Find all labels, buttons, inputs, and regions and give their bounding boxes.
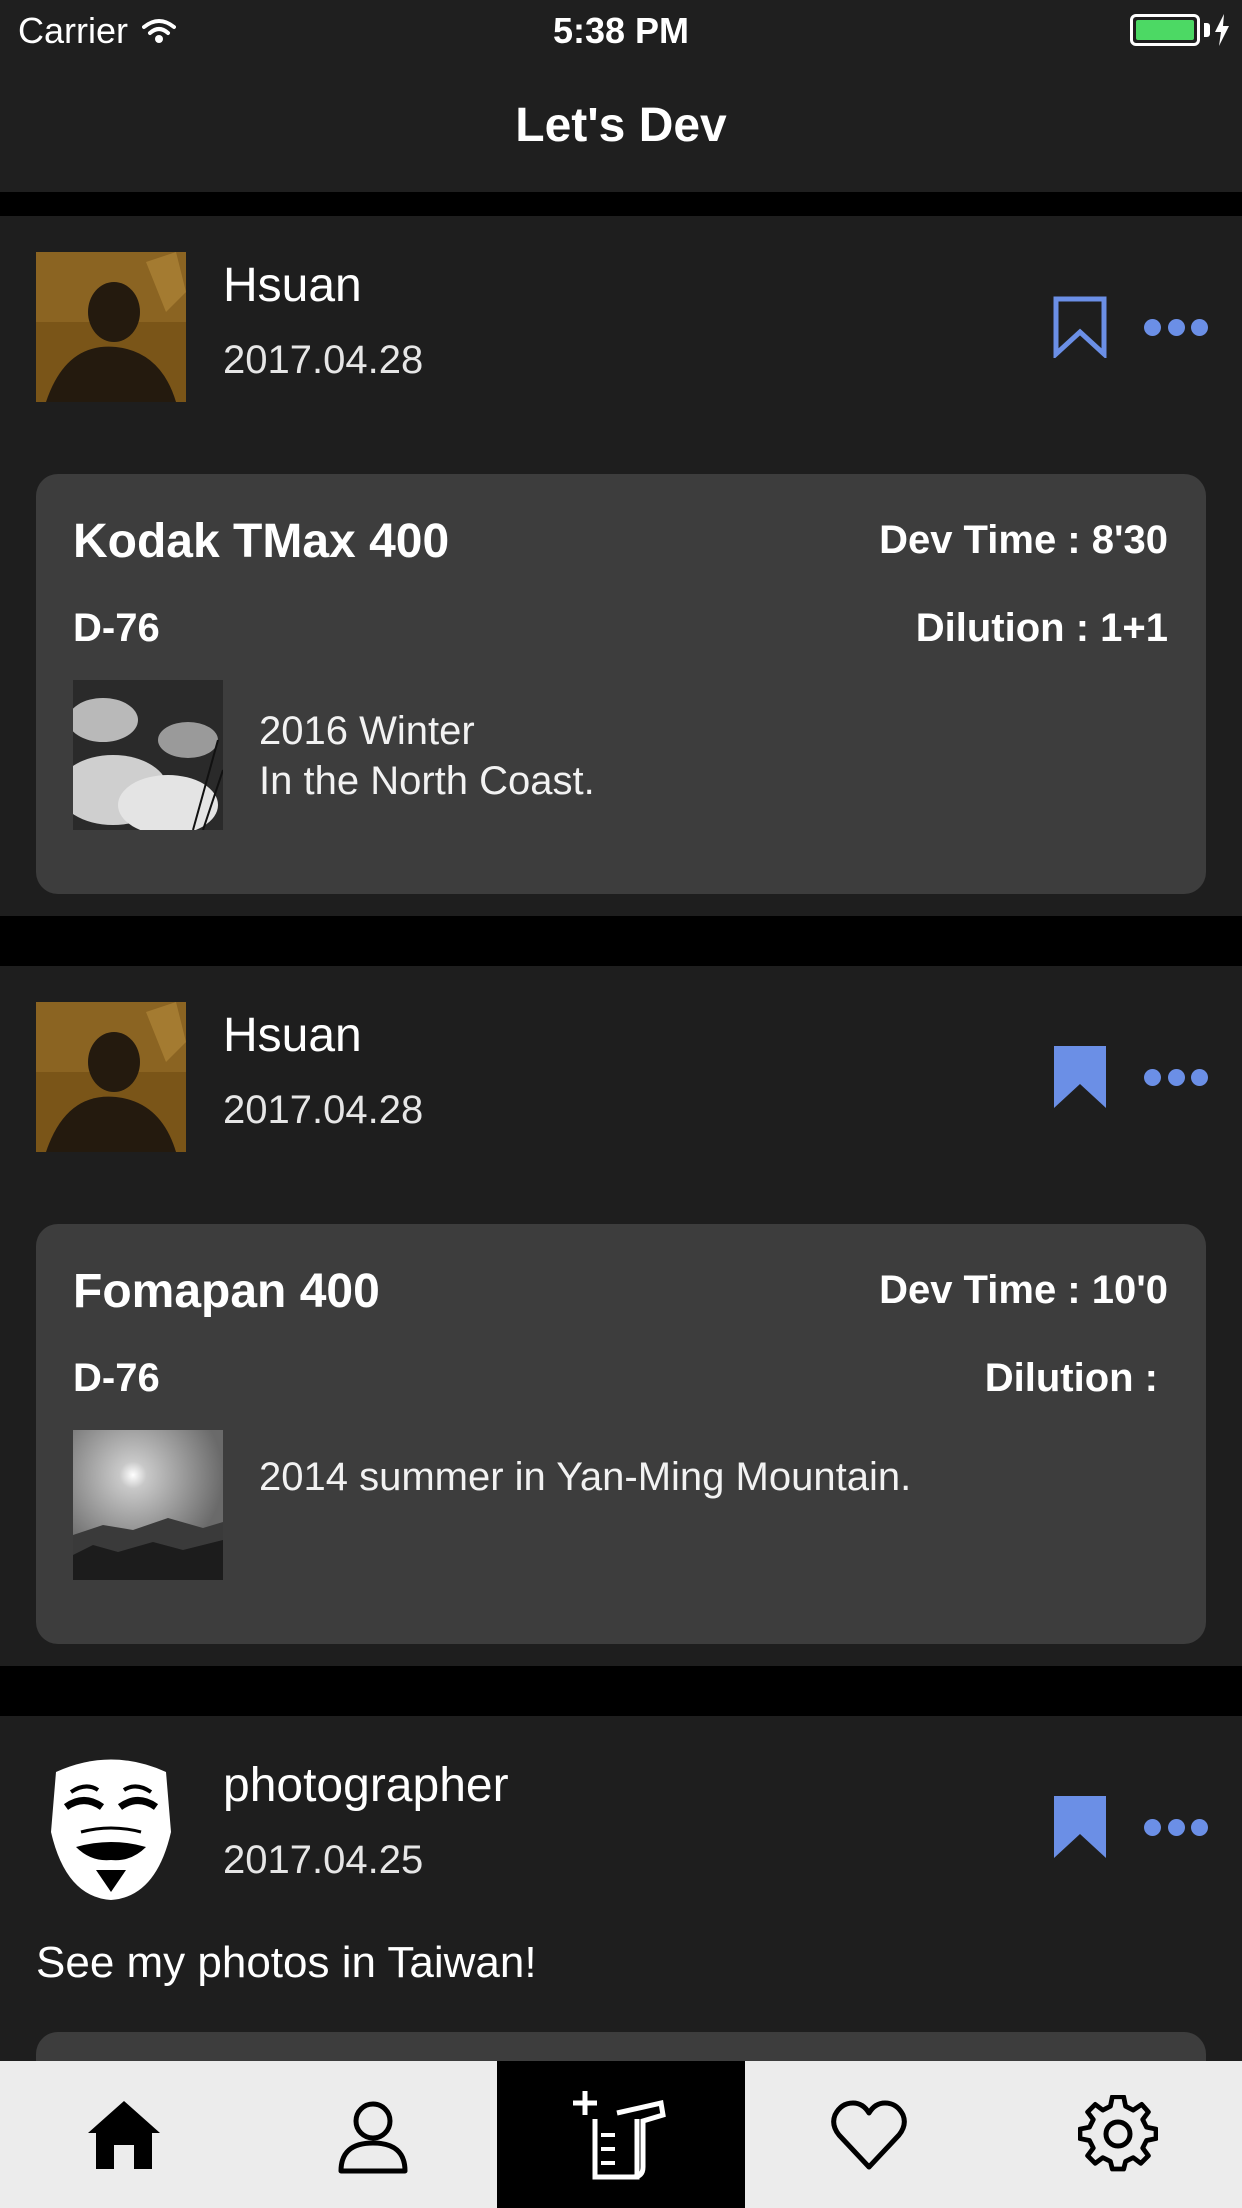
dev-time: Dev Time : 10'0	[879, 1268, 1168, 1312]
film-name: Fomapan 400	[73, 1265, 380, 1318]
username[interactable]: photographer	[223, 1758, 509, 1813]
record-caption: 2016 Winter In the North Coast.	[259, 706, 595, 806]
post-date: 2017.04.28	[223, 338, 424, 382]
avatar-photo	[36, 252, 186, 402]
settings-icon	[1077, 2094, 1158, 2171]
tab-bar	[0, 2061, 1242, 2208]
developer-name: D-76	[73, 606, 160, 650]
dev-time: Dev Time : 8'30	[879, 518, 1168, 562]
tab-profile[interactable]	[248, 2061, 496, 2208]
tab-settings[interactable]	[994, 2061, 1242, 2208]
status-bar: Carrier 5:38 PM	[0, 0, 1242, 62]
post-date: 2017.04.25	[223, 1838, 424, 1882]
avatar[interactable]	[36, 252, 186, 402]
avatar[interactable]	[36, 1002, 186, 1152]
caption-line: In the North Coast.	[259, 759, 595, 803]
heart-icon	[831, 2100, 908, 2169]
username[interactable]: Hsuan	[223, 1008, 362, 1063]
post-date: 2017.04.28	[223, 1088, 424, 1132]
tab-favorites[interactable]	[745, 2061, 993, 2208]
caption-line: 2014 summer in Yan-Ming Mountain.	[259, 1455, 912, 1499]
dev-record-card[interactable]: Kodak TMax 400 Dev Time : 8'30 D-76 Dilu…	[36, 474, 1206, 894]
avatar-photo	[36, 1002, 186, 1152]
avatar[interactable]	[36, 1752, 186, 1902]
developer-name: D-76	[73, 1356, 160, 1400]
more-options-button[interactable]	[1144, 1817, 1208, 1837]
caption-line: 2016 Winter	[259, 709, 475, 753]
battery-icon	[1130, 14, 1200, 46]
tab-add-record[interactable]	[496, 2061, 746, 2208]
feed-post[interactable]: Hsuan 2017.04.28 Fomapan 400 Dev Time : …	[0, 966, 1242, 1666]
bookmark-filled-icon[interactable]	[1052, 1796, 1108, 1858]
mask-avatar-icon	[36, 1752, 186, 1902]
bookmark-filled-icon[interactable]	[1052, 1046, 1108, 1108]
post-text: See my photos in Taiwan!	[36, 1938, 537, 1987]
home-icon	[88, 2100, 161, 2169]
tab-home[interactable]	[0, 2061, 248, 2208]
bookmark-icon[interactable]	[1052, 296, 1108, 358]
username[interactable]: Hsuan	[223, 258, 362, 313]
mountain-photo	[73, 1430, 223, 1580]
feed-post[interactable]: photographer 2017.04.25 See my photos in…	[0, 1716, 1242, 2092]
more-options-button[interactable]	[1144, 1067, 1208, 1087]
record-thumbnail[interactable]	[73, 1430, 223, 1580]
profile-icon	[338, 2101, 408, 2173]
charging-bolt-icon	[1215, 14, 1229, 46]
add-record-icon	[572, 2090, 666, 2179]
dilution: Dilution : 1+1	[915, 606, 1168, 650]
dilution: Dilution :	[984, 1356, 1158, 1400]
more-options-button[interactable]	[1144, 317, 1208, 337]
status-time: 5:38 PM	[552, 10, 690, 51]
cloud-photo	[73, 680, 223, 830]
page-title: Let's Dev	[515, 99, 727, 152]
battery-tip	[1204, 23, 1210, 37]
record-thumbnail[interactable]	[73, 680, 223, 830]
record-caption: 2014 summer in Yan-Ming Mountain.	[259, 1452, 911, 1502]
nav-bar: Let's Dev	[0, 62, 1242, 192]
feed-post[interactable]: Hsuan 2017.04.28 Kodak TMax 400 Dev Time…	[0, 216, 1242, 916]
film-name: Kodak TMax 400	[73, 515, 450, 568]
dev-record-card[interactable]: Fomapan 400 Dev Time : 10'0 D-76 Dilutio…	[36, 1224, 1206, 1644]
